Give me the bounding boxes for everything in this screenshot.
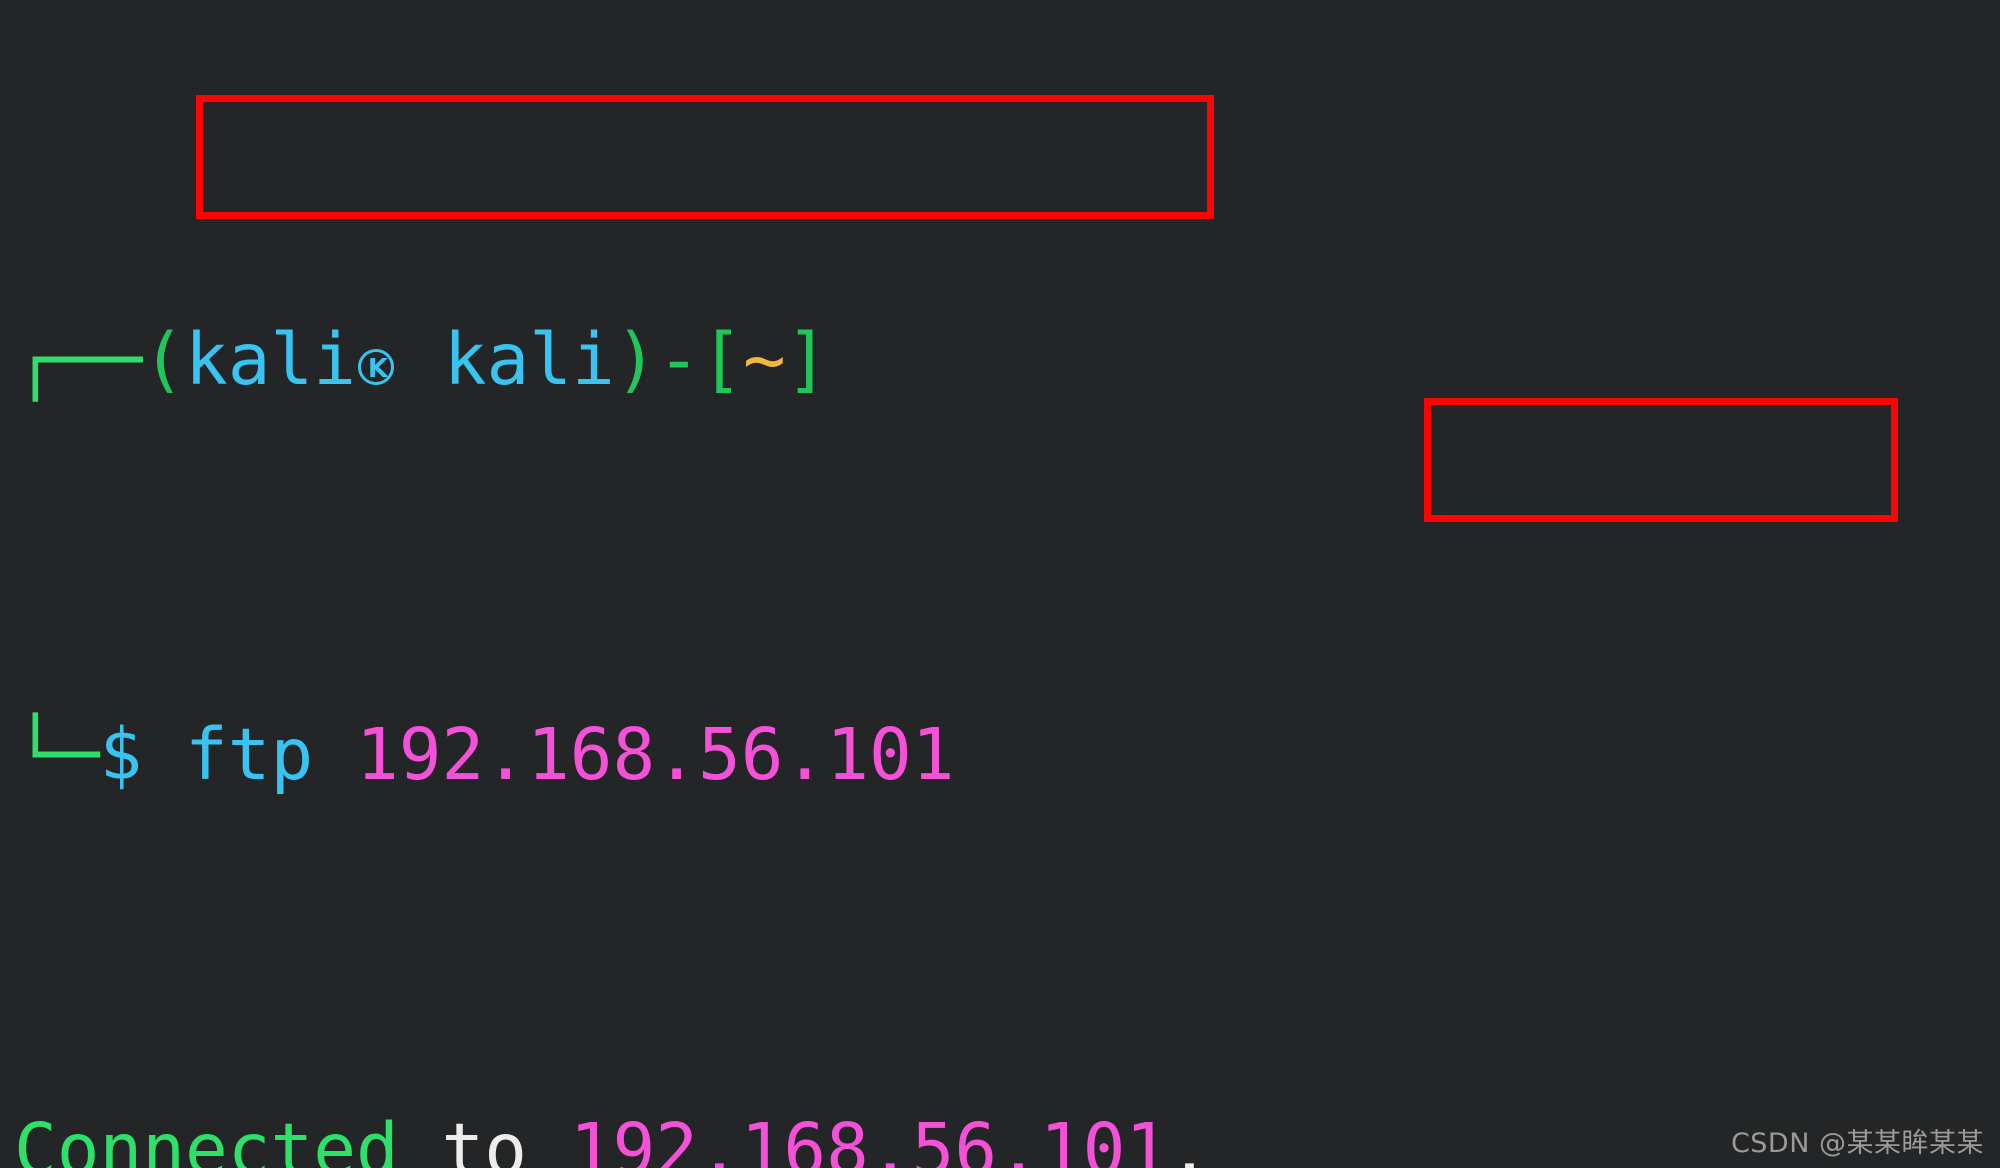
- prompt-bracket-open: [: [700, 318, 743, 401]
- prompt-host: kali: [443, 318, 615, 401]
- prompt-dash: -: [657, 318, 701, 401]
- prompt-user: kali: [185, 318, 356, 401]
- connected-period: .: [1168, 1108, 1211, 1168]
- prompt-line-top: ┌──(kali K kali)-[~]: [14, 320, 2000, 399]
- prompt-bracket-close: ]: [785, 318, 829, 401]
- terminal-output[interactable]: ┌──(kali K kali)-[~] └─$ ftp 192.168.56.1…: [0, 0, 2000, 1168]
- prompt-paren-close: ): [614, 318, 658, 401]
- prompt-paren-open: (: [142, 318, 185, 401]
- prompt-bracket-bottom: └─: [14, 713, 100, 796]
- line-connected: Connected to 192.168.56.101.: [14, 1110, 2000, 1168]
- prompt-line-command: └─$ ftp 192.168.56.101: [14, 715, 2000, 794]
- kali-dragon-mark: K: [367, 354, 389, 384]
- prompt-host-sep: [401, 318, 444, 401]
- terminal-screenshot: ┌──(kali K kali)-[~] └─$ ftp 192.168.56.1…: [0, 0, 2000, 1168]
- prompt-bracket-top: ┌──: [14, 318, 143, 401]
- command-spacer: [142, 713, 185, 796]
- connected-word: Connected: [14, 1108, 399, 1168]
- command-program: ftp: [185, 713, 314, 796]
- connected-to: to: [398, 1108, 570, 1168]
- prompt-dollar: $: [99, 713, 143, 796]
- command-argument: 192.168.56.101: [356, 713, 955, 796]
- watermark: CSDN @某某眸某某: [1730, 1128, 1984, 1159]
- kali-dragon-icon: K: [357, 348, 399, 390]
- command-gap: [313, 713, 356, 796]
- prompt-cwd: ~: [742, 318, 786, 401]
- connected-ip: 192.168.56.101: [569, 1108, 1169, 1168]
